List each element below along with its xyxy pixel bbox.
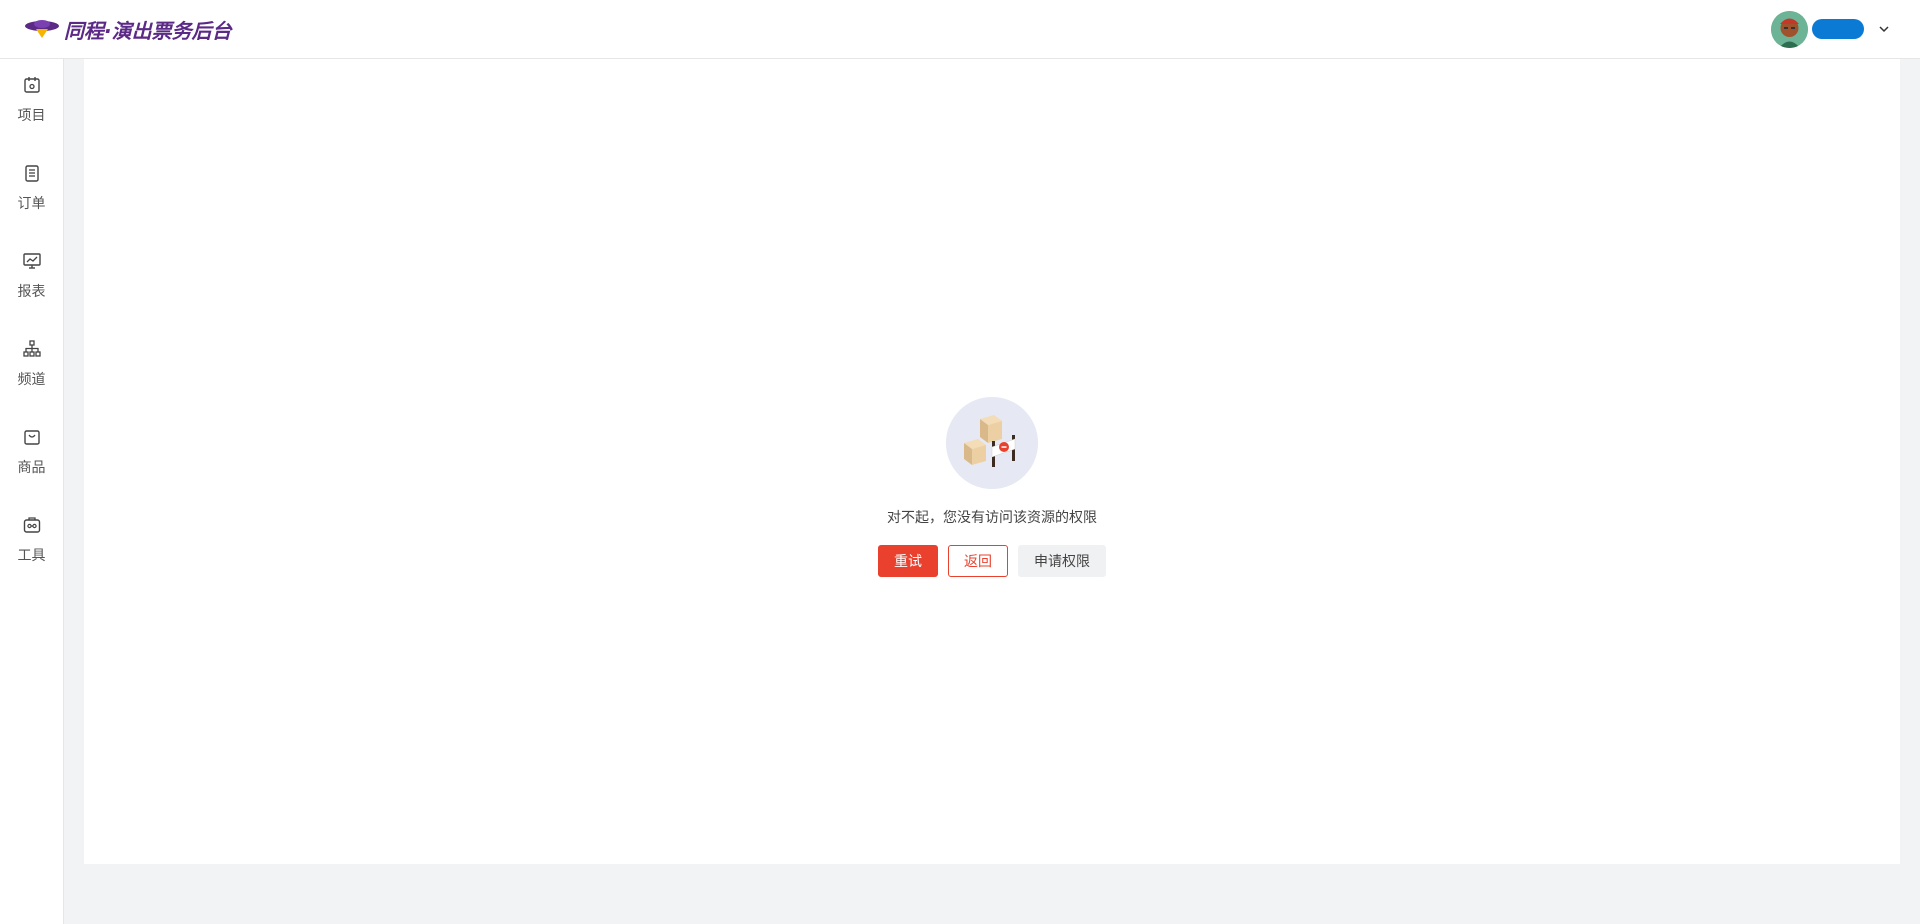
avatar[interactable] (1771, 10, 1808, 48)
action-buttons: 重试 返回 申请权限 (878, 545, 1106, 577)
sidebar-item-report[interactable]: 报表 (0, 235, 63, 309)
avatar-face-icon (1771, 10, 1808, 48)
brand-title: 同程·演出票务后台 (64, 18, 232, 43)
brand-logo[interactable]: 同程·演出票务后台 (24, 14, 232, 44)
sidebar-item-label: 工具 (17, 548, 46, 564)
shopping-bag-icon (23, 430, 40, 445)
sidebar-item-goods[interactable]: 商品 (0, 411, 63, 485)
sidebar: 项目 订单 报表 频道 商品 工具 (0, 59, 64, 924)
boxes-barrier-icon (946, 397, 1038, 489)
retry-button[interactable]: 重试 (878, 545, 938, 577)
main-panel: 对不起，您没有访问该资源的权限 重试 返回 申请权限 (84, 59, 1900, 864)
hierarchy-icon (22, 340, 41, 357)
chevron-down-icon[interactable] (1878, 23, 1890, 35)
sidebar-item-order[interactable]: 订单 (0, 147, 63, 221)
sidebar-item-tools[interactable]: 工具 (0, 499, 63, 573)
user-menu[interactable]: 张三 (1771, 10, 1890, 48)
sidebar-item-project[interactable]: 项目 (0, 59, 63, 133)
username-redacted[interactable]: 张三 (1812, 19, 1864, 39)
toolbox-icon (23, 517, 40, 533)
permission-message: 对不起，您没有访问该资源的权限 (887, 510, 1097, 526)
chart-monitor-icon (22, 253, 41, 269)
sidebar-item-label: 频道 (17, 372, 46, 388)
request-permission-button[interactable]: 申请权限 (1018, 545, 1106, 577)
ufo-logo-icon (25, 20, 59, 38)
back-button[interactable]: 返回 (948, 545, 1008, 577)
calendar-icon (23, 77, 40, 93)
sidebar-item-label: 项目 (17, 108, 46, 124)
sidebar-item-label: 报表 (17, 284, 46, 300)
top-header: 同程·演出票务后台 张三 (0, 0, 1920, 59)
sidebar-item-label: 订单 (17, 196, 46, 212)
sidebar-item-label: 商品 (17, 460, 46, 476)
clipboard-icon (24, 165, 39, 182)
no-permission-state: 对不起，您没有访问该资源的权限 重试 返回 申请权限 (84, 397, 1900, 577)
sidebar-item-channel[interactable]: 频道 (0, 323, 63, 397)
no-access-illustration (946, 397, 1038, 489)
